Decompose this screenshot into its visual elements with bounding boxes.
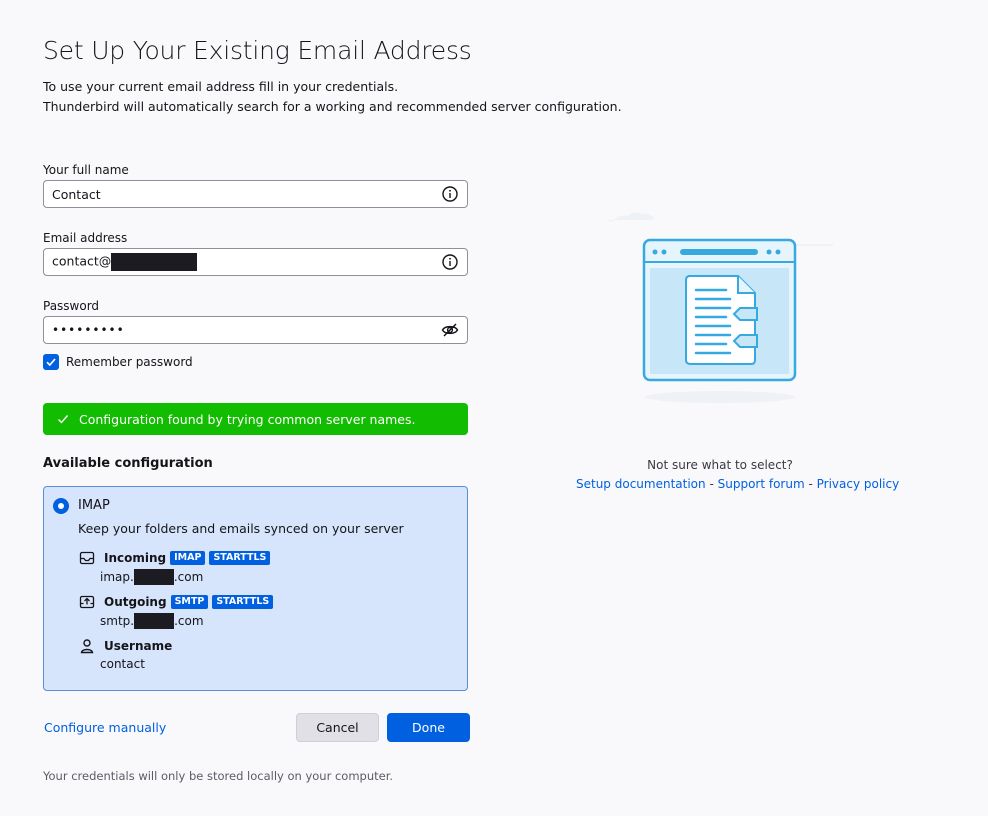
incoming-row: Incoming IMAP STARTTLS [78,549,271,567]
cancel-button[interactable]: Cancel [296,713,379,742]
imap-config-option[interactable]: IMAP Keep your folders and emails synced… [43,486,468,691]
setup-documentation-link[interactable]: Setup documentation [576,477,706,491]
notice-text: Configuration found by trying common ser… [79,411,416,427]
outgoing-host-suffix: .com [174,614,204,628]
outgoing-host-prefix: smtp. [100,614,135,628]
redacted-block [133,569,174,585]
incoming-host-prefix: imap. [100,570,134,584]
password-label: Password [43,299,100,313]
imap-radio[interactable] [53,498,69,514]
link-separator: - [804,477,817,491]
configure-manually-link[interactable]: Configure manually [44,720,166,735]
incoming-host: imap. .com [100,569,203,585]
info-icon[interactable] [441,253,459,271]
email-label: Email address [43,231,128,245]
page-title: Set Up Your Existing Email Address [43,36,472,65]
remember-password[interactable]: Remember password [43,354,193,370]
eye-slash-icon[interactable] [441,321,459,339]
credentials-footer: Your credentials will only be stored loc… [43,769,394,783]
outgoing-row: Outgoing SMTP STARTTLS [78,593,274,611]
email-value-wrap[interactable]: contact@ [52,253,441,271]
redacted-block [134,613,175,629]
password-value[interactable]: ••••••••• [52,323,441,337]
help-question: Not sure what to select? [647,458,793,472]
support-forum-link[interactable]: Support forum [718,477,805,491]
outbox-icon [78,593,96,611]
incoming-label: Incoming [104,551,167,565]
help-links: Setup documentation - Support forum - Pr… [576,477,899,491]
outgoing-security-badge: STARTTLS [212,595,274,609]
incoming-host-suffix: .com [173,570,204,584]
inbox-icon [78,549,96,567]
username-value: contact [100,657,145,671]
redacted-block [111,253,198,271]
intro-line-1: To use your current email address fill i… [43,79,399,94]
email-value: contact@ [52,253,112,269]
protocol-description: Keep your folders and emails synced on y… [78,521,404,536]
config-found-notice: Configuration found by trying common ser… [43,403,468,435]
incoming-security-badge: STARTTLS [209,551,271,565]
incoming-protocol-badge: IMAP [170,551,206,565]
username-row: Username [78,637,172,655]
privacy-policy-link[interactable]: Privacy policy [817,477,900,491]
remember-label: Remember password [66,355,193,369]
outgoing-host: smtp. .com [100,613,204,629]
password-field[interactable]: ••••••••• [43,316,468,344]
full-name-field[interactable]: Contact [43,180,468,208]
outgoing-label: Outgoing [104,595,167,609]
outgoing-protocol-badge: SMTP [170,595,209,609]
remember-checkbox[interactable] [43,354,59,370]
email-field[interactable]: contact@ [43,248,468,276]
available-config-title: Available configuration [43,456,213,471]
done-button[interactable]: Done [387,713,470,742]
full-name-value[interactable]: Contact [52,187,441,202]
checkmark-icon [58,415,69,424]
intro-line-2: Thunderbird will automatically search fo… [43,99,622,114]
document-illustration [600,200,840,414]
checkmark-icon [46,358,56,367]
link-separator: - [705,477,718,491]
info-icon[interactable] [441,185,459,203]
full-name-label: Your full name [43,163,129,177]
username-label: Username [104,639,173,653]
intro-text: To use your current email address fill i… [43,77,622,117]
protocol-name: IMAP [78,498,110,513]
user-icon [78,637,96,655]
